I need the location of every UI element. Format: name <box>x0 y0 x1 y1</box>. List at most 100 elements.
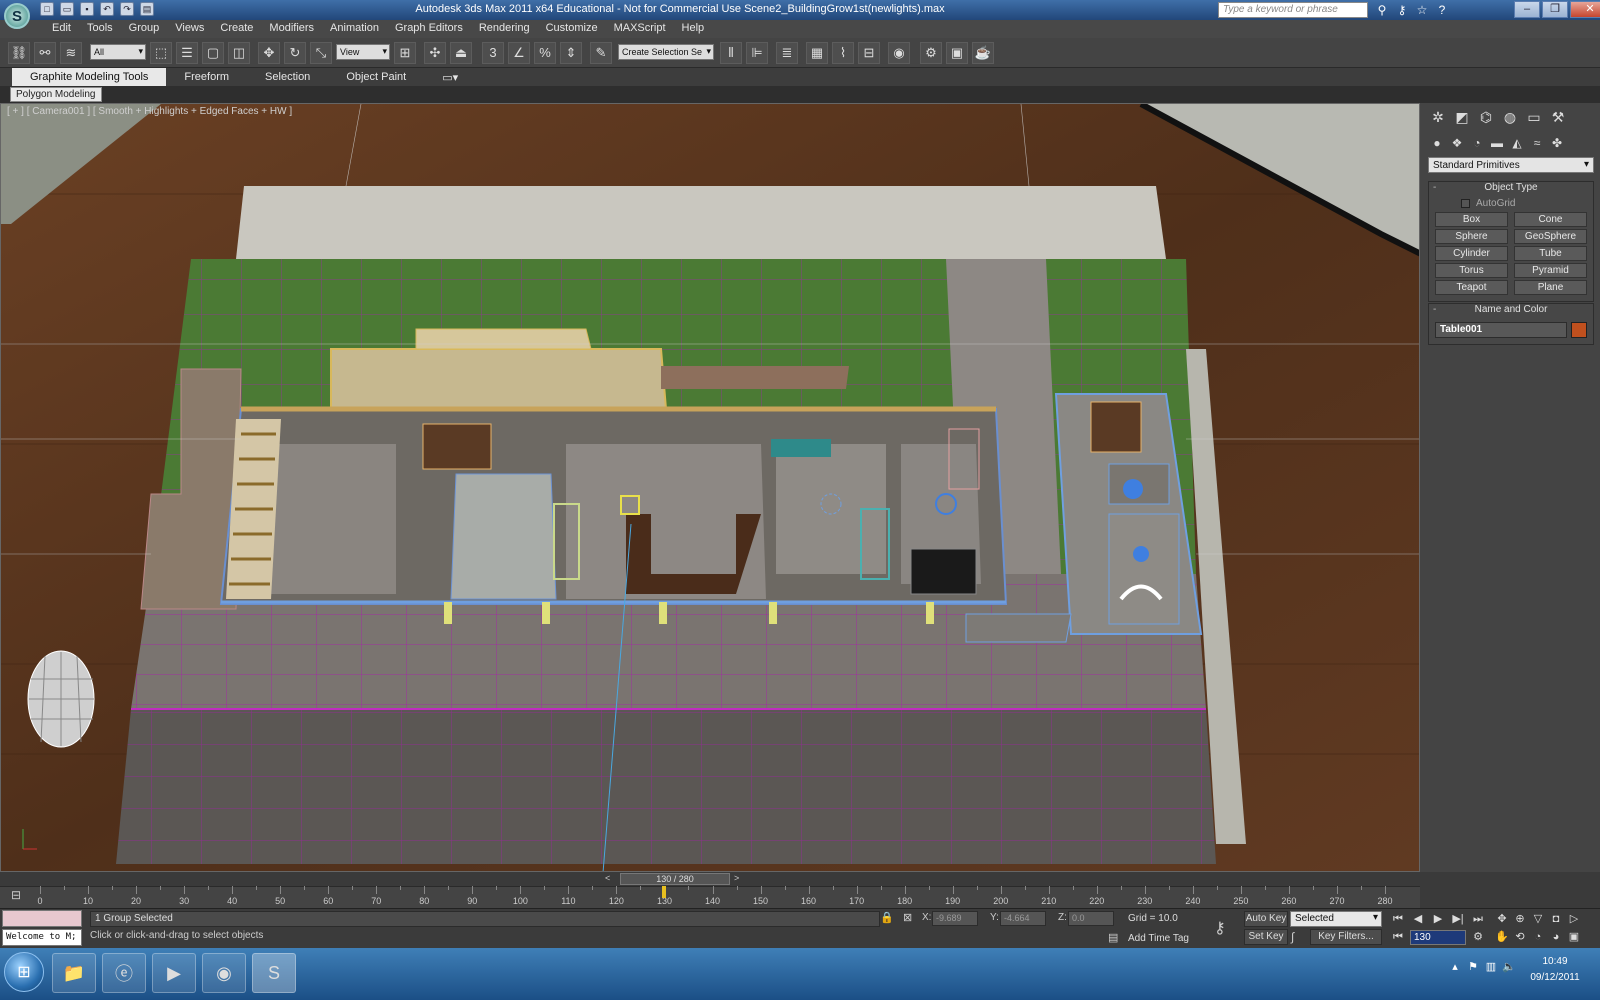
sphere-button[interactable]: Sphere <box>1435 229 1508 244</box>
action-center-icon[interactable]: ⚑ <box>1466 960 1480 974</box>
display-tab-icon[interactable]: ▭ <box>1524 107 1544 127</box>
cone-button[interactable]: Cone <box>1514 212 1587 227</box>
go-to-start-icon[interactable]: ⏮ <box>1390 911 1406 927</box>
material-editor-icon[interactable]: ◉ <box>888 42 910 64</box>
walk-through-icon[interactable]: ⟲ <box>1512 929 1528 945</box>
network-icon[interactable]: ▥ <box>1484 960 1498 974</box>
modify-tab-icon[interactable]: ◩ <box>1452 107 1472 127</box>
pan-view-icon[interactable]: ✋ <box>1494 929 1510 945</box>
zoom-extents-all-icon[interactable]: ◘ <box>1548 911 1564 927</box>
3dsmax-taskbar-icon[interactable]: S <box>252 953 296 993</box>
clock-date[interactable]: 09/12/2011 <box>1520 972 1590 983</box>
layer-manager-icon[interactable]: ≣ <box>776 42 798 64</box>
plane-button[interactable]: Plane <box>1514 280 1587 295</box>
named-selection-dropdown[interactable]: Create Selection Se <box>618 44 714 60</box>
menu-views[interactable]: Views <box>167 20 212 38</box>
firefox-taskbar-icon[interactable]: ◉ <box>202 953 246 993</box>
teapot-button[interactable]: Teapot <box>1435 280 1508 295</box>
explorer-taskbar-icon[interactable]: 📁 <box>52 953 96 993</box>
menu-help[interactable]: Help <box>674 20 713 38</box>
systems-icon[interactable]: ✤ <box>1548 134 1566 152</box>
time-tag-icon[interactable]: ▤ <box>1108 931 1118 944</box>
field-of-view-icon[interactable]: ▷ <box>1566 911 1582 927</box>
close-button[interactable]: ✕ <box>1570 1 1600 18</box>
volume-icon[interactable]: 🔈 <box>1502 960 1516 974</box>
restore-button[interactable]: ❐ <box>1542 1 1568 18</box>
play-icon[interactable]: ▶ <box>1430 911 1446 927</box>
helpers-icon[interactable]: ◭ <box>1508 134 1526 152</box>
new-file-icon[interactable]: □ <box>40 2 54 16</box>
minimize-button[interactable]: – <box>1514 1 1540 18</box>
menu-maxscript[interactable]: MAXScript <box>606 20 674 38</box>
percent-snap-icon[interactable]: % <box>534 42 556 64</box>
cameras-icon[interactable]: ▬ <box>1488 134 1506 152</box>
geosphere-button[interactable]: GeoSphere <box>1514 229 1587 244</box>
select-object-icon[interactable]: ⬚ <box>150 42 172 64</box>
save-file-icon[interactable]: ▪ <box>80 2 94 16</box>
box-button[interactable]: Box <box>1435 212 1508 227</box>
favorites-star-icon[interactable]: ☆ <box>1414 2 1430 18</box>
menu-create[interactable]: Create <box>212 20 261 38</box>
render-teapot-icon[interactable]: ☕ <box>972 42 994 64</box>
lights-icon[interactable]: ◔ <box>1468 134 1486 152</box>
set-key-button[interactable]: Set Key <box>1244 929 1288 945</box>
pyramid-button[interactable]: Pyramid <box>1514 263 1587 278</box>
next-frame-button-icon[interactable]: ▶| <box>1450 911 1466 927</box>
polygon-modeling-panel[interactable]: Polygon Modeling <box>10 87 102 102</box>
tab-object-paint[interactable]: Object Paint <box>328 68 424 86</box>
space-warps-icon[interactable]: ≈ <box>1528 134 1546 152</box>
align-icon[interactable]: ⊫ <box>746 42 768 64</box>
rendered-frame-window-icon[interactable]: ▣ <box>946 42 968 64</box>
previous-frame-icon[interactable]: ◀ <box>1410 911 1426 927</box>
project-folder-icon[interactable]: ▤ <box>140 2 154 16</box>
undo-icon[interactable]: ↶ <box>100 2 114 16</box>
geometry-icon[interactable]: ● <box>1428 134 1446 152</box>
time-configuration-icon[interactable]: ⚙ <box>1470 929 1486 945</box>
zoom-icon[interactable]: ✥ <box>1494 911 1510 927</box>
menu-animation[interactable]: Animation <box>322 20 387 38</box>
maxscript-macro-recorder[interactable] <box>2 910 82 927</box>
reference-coordinate-dropdown[interactable]: View <box>336 44 390 60</box>
show-hidden-icons-icon[interactable]: ▴ <box>1448 960 1462 974</box>
key-tangent-icon[interactable]: ∫ <box>1291 930 1294 944</box>
window-crossing-icon[interactable]: ◫ <box>228 42 250 64</box>
camera-viewport[interactable]: [ + ] [ Camera001 ] [ Smooth + Highlight… <box>0 103 1420 872</box>
motion-tab-icon[interactable]: ◍ <box>1500 107 1520 127</box>
help-icon[interactable]: ? <box>1434 2 1450 18</box>
z-coordinate-field[interactable]: 0.0 <box>1068 911 1114 926</box>
tab-graphite-modeling-tools[interactable]: Graphite Modeling Tools <box>12 68 167 86</box>
rectangular-selection-icon[interactable]: ▢ <box>202 42 224 64</box>
pivot-center-icon[interactable]: ⊞ <box>394 42 416 64</box>
menu-graph-editors[interactable]: Graph Editors <box>387 20 471 38</box>
menu-group[interactable]: Group <box>121 20 168 38</box>
object-color-swatch[interactable] <box>1571 322 1587 338</box>
app-logo-icon[interactable]: S <box>4 3 30 29</box>
utilities-tab-icon[interactable]: ⚒ <box>1548 107 1568 127</box>
selection-filter-dropdown[interactable]: All <box>90 44 146 60</box>
next-frame-icon[interactable]: > <box>734 873 739 883</box>
move-icon[interactable]: ✥ <box>258 42 280 64</box>
subscription-key-icon[interactable]: ⚷ <box>1394 2 1410 18</box>
object-category-dropdown[interactable]: Standard Primitives <box>1428 157 1594 173</box>
snaps-toggle-icon[interactable]: 3 <box>482 42 504 64</box>
tab-freeform[interactable]: Freeform <box>166 68 247 86</box>
select-and-link-icon[interactable]: ⛓ <box>8 42 30 64</box>
selection-lock-icon[interactable]: 🔒 <box>880 911 894 924</box>
unlink-icon[interactable]: ⚯ <box>34 42 56 64</box>
maxscript-input[interactable]: Welcome to M; <box>2 929 82 946</box>
start-button-icon[interactable]: ⊞ <box>4 952 44 992</box>
time-slider-thumb[interactable]: 130 / 280 <box>620 873 730 885</box>
mirror-icon[interactable]: ⫴ <box>720 42 742 64</box>
binoculars-icon[interactable]: ⚲ <box>1374 2 1390 18</box>
spinner-snap-icon[interactable]: ⇕ <box>560 42 582 64</box>
open-file-icon[interactable]: ▭ <box>60 2 74 16</box>
cylinder-button[interactable]: Cylinder <box>1435 246 1508 261</box>
orbit-icon[interactable]: ◔ <box>1530 929 1546 945</box>
tab-selection[interactable]: Selection <box>247 68 328 86</box>
media-player-taskbar-icon[interactable]: ▶ <box>152 953 196 993</box>
zoom-all-icon[interactable]: ⊕ <box>1512 911 1528 927</box>
set-key-mode-icon[interactable]: ⚷ <box>1214 918 1226 938</box>
current-frame-marker[interactable] <box>662 886 667 898</box>
absolute-mode-icon[interactable]: ⊠ <box>903 911 912 924</box>
scale-icon[interactable]: ⤡ <box>310 42 332 64</box>
